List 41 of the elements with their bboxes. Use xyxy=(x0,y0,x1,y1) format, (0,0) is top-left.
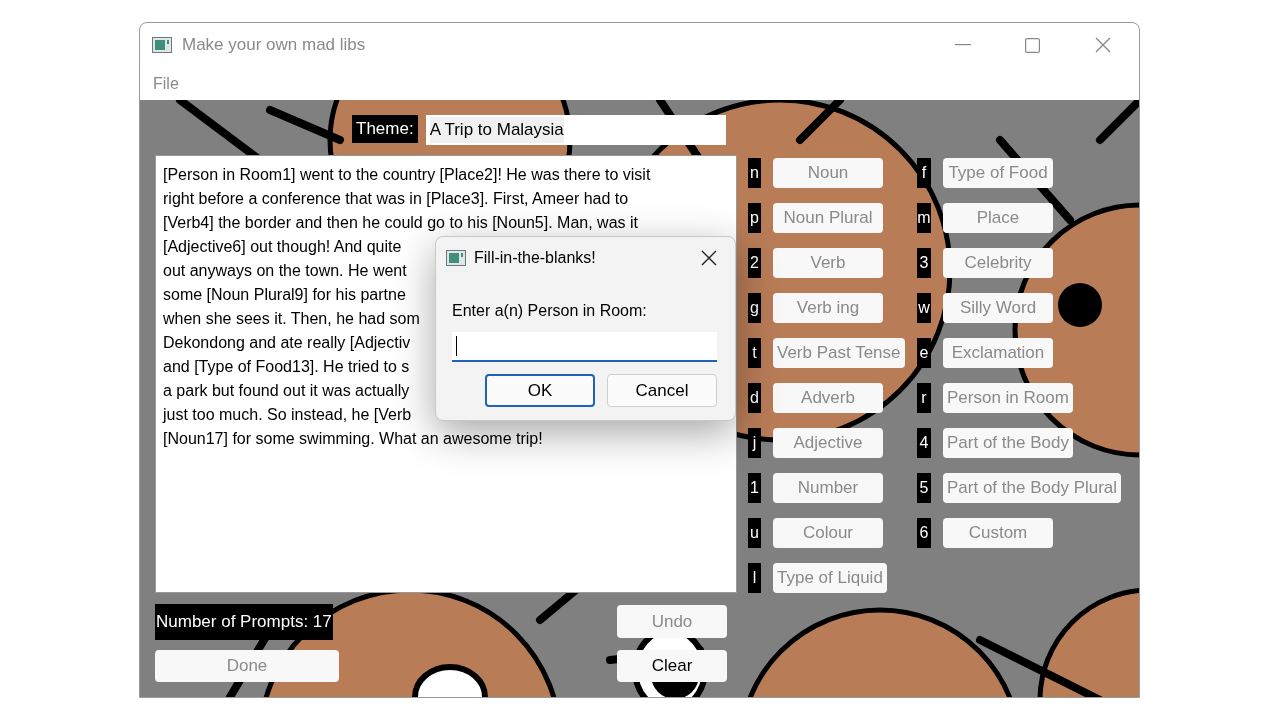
shortcut-key: n xyxy=(748,158,761,188)
shortcut-key: g xyxy=(748,293,761,323)
story-line: Dekondong and ate really [Adjectiv xyxy=(163,333,411,353)
shortcut-key: 4 xyxy=(917,428,931,458)
shortcut-key: 2 xyxy=(748,248,761,278)
menu-item[interactable]: File xyxy=(153,71,179,96)
shortcut-key: u xyxy=(748,518,761,548)
shortcut-key: l xyxy=(748,563,761,593)
shortcut-key: r xyxy=(917,383,931,413)
shortcut-key: 6 xyxy=(917,518,931,548)
dialog-title: Fill-in-the-blanks! xyxy=(474,248,596,268)
dialog-button[interactable]: OK xyxy=(485,374,595,407)
prompt-count: Number of Prompts: 17 xyxy=(155,604,333,640)
dialog-button[interactable]: Cancel xyxy=(607,374,717,407)
story-line: right before a conference that was in [Place3]. First, Ameer had to xyxy=(163,189,629,209)
dialog-prompt: Enter a(n) Person in Room: xyxy=(452,301,647,321)
shortcut-key: m xyxy=(917,203,931,233)
story-line: when she sees it. Then, he had som xyxy=(163,309,420,329)
shortcut-key: 3 xyxy=(917,248,931,278)
theme-label: Theme: xyxy=(352,115,418,143)
shortcut-key: 5 xyxy=(917,473,931,503)
story-line: [Noun17] for some swimming. What an awesome trip! xyxy=(163,429,543,449)
window-title: Make your own mad libs xyxy=(182,34,366,57)
story-line: just too much. So instead, he [Verb xyxy=(163,405,412,425)
story-line: [Verb4] the border and then he could go to his [Noun5]. Man, was it xyxy=(163,213,638,233)
story-line: out anyways on the town. He went xyxy=(163,261,407,281)
theme-field[interactable]: A Trip to Malaysia xyxy=(425,115,726,145)
clear-button[interactable]: Clear xyxy=(617,650,727,682)
shortcut-key: t xyxy=(748,338,761,368)
story-line: some [Noun Plural9] for his partne xyxy=(163,285,406,305)
shortcut-key: p xyxy=(748,203,761,233)
story-line: [Adjective6] out though! And quite xyxy=(163,237,402,257)
shortcut-key: w xyxy=(917,293,931,323)
shortcut-key: d xyxy=(748,383,761,413)
story-line: a park but found out it was actually xyxy=(163,381,410,401)
story-line: [Person in Room1] went to the country [Place2]! He was there to visit xyxy=(163,165,651,185)
shortcut-key: 1 xyxy=(748,473,761,503)
shortcut-key: j xyxy=(748,428,761,458)
story-line: and [Type of Food13]. He tried to s xyxy=(163,357,410,377)
shortcut-key: f xyxy=(917,158,931,188)
shortcut-key: e xyxy=(917,338,931,368)
